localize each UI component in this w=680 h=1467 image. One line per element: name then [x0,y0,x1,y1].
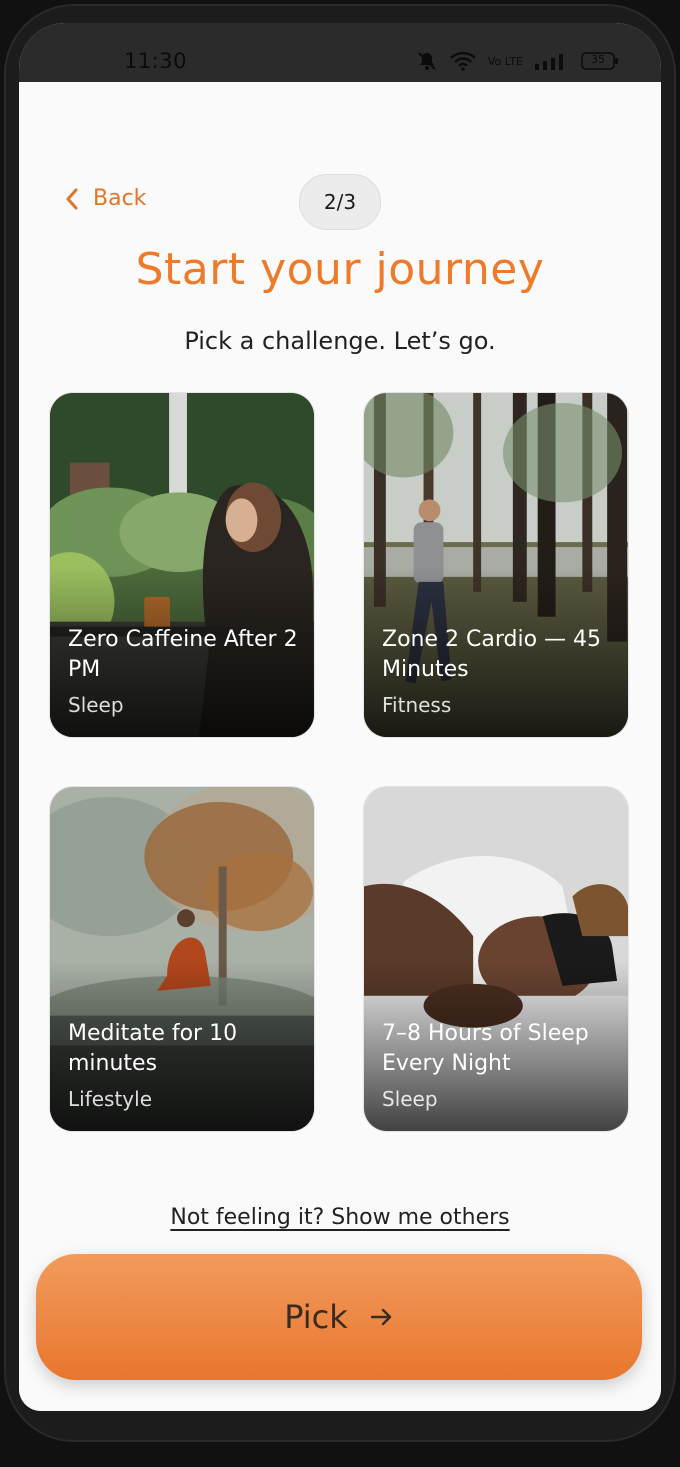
battery-icon: 35 [581,52,619,70]
wifi-icon [449,51,476,71]
page-title: Start your journey [135,244,545,295]
card-category: Sleep [382,1087,438,1111]
volte-icon: Vo LTE [487,54,523,68]
screen: 11:30 Vo LTE 35 Back 2/3 Start your jour… [19,23,661,1411]
chevron-left-icon [65,188,79,210]
card-category: Sleep [68,693,124,717]
app-content: Back 2/3 Start your journey Pick a chall… [19,82,661,1411]
card-title: Meditate for 10 minutes [68,1021,238,1076]
back-label: Back [93,186,147,211]
card-category: Fitness [382,693,452,717]
show-others-link[interactable]: Not feeling it? Show me others [19,1205,661,1230]
phone-frame: 11:30 Vo LTE 35 Back 2/3 Start your jour… [0,0,680,1467]
arrow-right-icon [370,1306,394,1328]
card-title: Zone 2 Cardio — 45 Minutes [382,627,602,682]
battery-level: 35 [591,53,605,66]
status-bar: 11:30 Vo LTE 35 [19,23,661,82]
status-time: 11:30 [124,49,188,73]
card-title: Zero Caffeine After 2 PM [68,627,298,682]
challenge-card-caffeine[interactable]: Zero Caffeine After 2 PM Sleep [49,392,315,738]
challenge-card-sleep[interactable]: 7–8 Hours of Sleep Every Night Sleep [363,786,629,1132]
page-subtitle: Pick a challenge. Let’s go. [184,327,496,355]
signal-icon [535,52,569,70]
pick-label: Pick [284,1298,348,1336]
status-icons: Vo LTE 35 [416,50,619,72]
pick-button[interactable]: Pick [36,1254,642,1380]
card-title: 7–8 Hours of Sleep Every Night [382,1021,589,1076]
challenge-card-meditate[interactable]: Meditate for 10 minutes Lifestyle [49,786,315,1132]
back-button[interactable]: Back [65,186,146,211]
step-indicator: 2/3 [299,174,381,230]
mute-icon [416,50,438,72]
card-category: Lifestyle [68,1087,153,1111]
challenge-card-cardio[interactable]: Zone 2 Cardio — 45 Minutes Fitness [363,392,629,738]
